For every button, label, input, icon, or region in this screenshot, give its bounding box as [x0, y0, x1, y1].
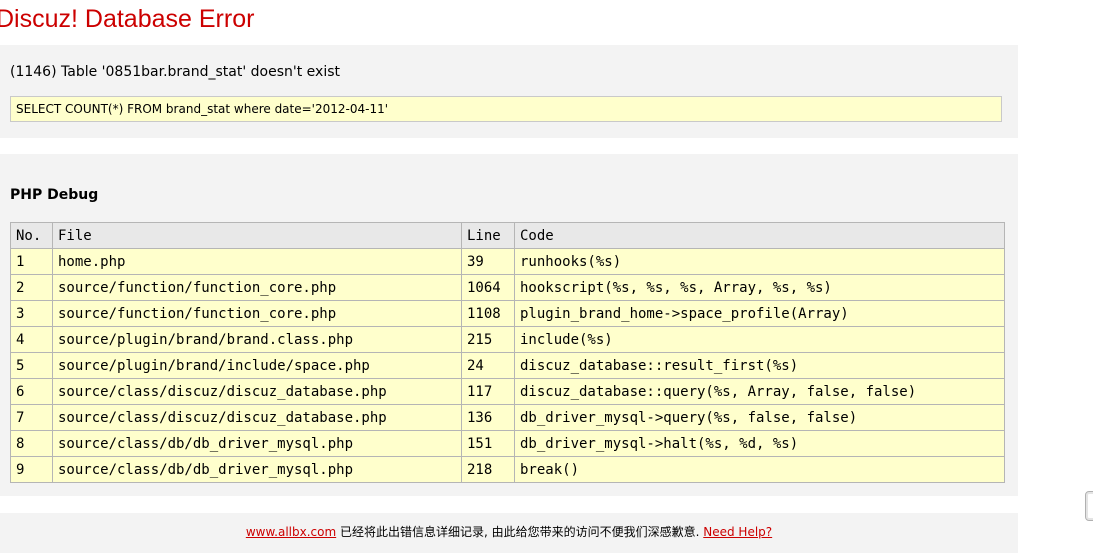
cell-line: 136	[461, 404, 515, 431]
table-row: 1 home.php 39 runhooks(%s)	[10, 248, 1005, 275]
cell-code: hookscript(%s, %s, %s, Array, %s, %s)	[514, 274, 1005, 301]
cell-no: 1	[10, 248, 53, 275]
debug-table: No. File Line Code 1 home.php 39 runhook…	[10, 222, 1005, 483]
cell-no: 4	[10, 326, 53, 353]
cell-line: 1064	[461, 274, 515, 301]
cell-code: break()	[514, 456, 1005, 483]
cell-code: include(%s)	[514, 326, 1005, 353]
column-header-code: Code	[514, 222, 1005, 249]
cell-line: 39	[461, 248, 515, 275]
cell-no: 3	[10, 300, 53, 327]
error-message: (1146) Table '0851bar.brand_stat' doesn'…	[10, 64, 340, 80]
cell-line: 215	[461, 326, 515, 353]
table-row: 9 source/class/db/db_driver_mysql.php 21…	[10, 456, 1005, 483]
sql-query: SELECT COUNT(*) FROM brand_stat where da…	[10, 96, 1002, 122]
scrollbar-thumb[interactable]	[1085, 491, 1093, 521]
cell-code: plugin_brand_home->space_profile(Array)	[514, 300, 1005, 327]
column-header-no: No.	[10, 222, 53, 249]
table-row: 2 source/function/function_core.php 1064…	[10, 274, 1005, 301]
cell-file: source/class/discuz/discuz_database.php	[52, 378, 462, 405]
table-row: 7 source/class/discuz/discuz_database.ph…	[10, 404, 1005, 431]
debug-title: PHP Debug	[10, 187, 99, 203]
cell-no: 9	[10, 456, 53, 483]
table-row: 4 source/plugin/brand/brand.class.php 21…	[10, 326, 1005, 353]
column-header-file: File	[52, 222, 462, 249]
cell-file: source/class/discuz/discuz_database.php	[52, 404, 462, 431]
cell-file: source/class/db/db_driver_mysql.php	[52, 430, 462, 457]
cell-file: source/function/function_core.php	[52, 300, 462, 327]
table-row: 6 source/class/discuz/discuz_database.ph…	[10, 378, 1005, 405]
cell-line: 1108	[461, 300, 515, 327]
cell-no: 6	[10, 378, 53, 405]
cell-code: runhooks(%s)	[514, 248, 1005, 275]
site-link[interactable]: www.allbx.com	[246, 525, 336, 539]
table-row: 5 source/plugin/brand/include/space.php …	[10, 352, 1005, 379]
cell-line: 151	[461, 430, 515, 457]
cell-file: source/plugin/brand/include/space.php	[52, 352, 462, 379]
cell-code: discuz_database::query(%s, Array, false,…	[514, 378, 1005, 405]
cell-line: 117	[461, 378, 515, 405]
footer-message: 已经将此出错信息详细记录, 由此给您带来的访问不便我们深感歉意.	[336, 525, 704, 539]
table-row: 3 source/function/function_core.php 1108…	[10, 300, 1005, 327]
cell-file: home.php	[52, 248, 462, 275]
error-panel: (1146) Table '0851bar.brand_stat' doesn'…	[0, 45, 1018, 138]
cell-code: discuz_database::result_first(%s)	[514, 352, 1005, 379]
cell-no: 8	[10, 430, 53, 457]
page-title: Discuz! Database Error	[0, 5, 255, 33]
cell-file: source/class/db/db_driver_mysql.php	[52, 456, 462, 483]
need-help-link[interactable]: Need Help?	[703, 525, 772, 539]
table-header-row: No. File Line Code	[10, 222, 1005, 249]
cell-no: 5	[10, 352, 53, 379]
cell-file: source/function/function_core.php	[52, 274, 462, 301]
debug-panel: PHP Debug No. File Line Code 1 home.php …	[0, 154, 1018, 496]
cell-code: db_driver_mysql->query(%s, false, false)	[514, 404, 1005, 431]
footer-panel: www.allbx.com 已经将此出错信息详细记录, 由此给您带来的访问不便我…	[0, 513, 1018, 553]
column-header-line: Line	[461, 222, 515, 249]
cell-code: db_driver_mysql->halt(%s, %d, %s)	[514, 430, 1005, 457]
cell-no: 2	[10, 274, 53, 301]
footer-text: www.allbx.com 已经将此出错信息详细记录, 由此给您带来的访问不便我…	[0, 524, 1018, 540]
cell-line: 24	[461, 352, 515, 379]
cell-no: 7	[10, 404, 53, 431]
cell-file: source/plugin/brand/brand.class.php	[52, 326, 462, 353]
table-row: 8 source/class/db/db_driver_mysql.php 15…	[10, 430, 1005, 457]
cell-line: 218	[461, 456, 515, 483]
